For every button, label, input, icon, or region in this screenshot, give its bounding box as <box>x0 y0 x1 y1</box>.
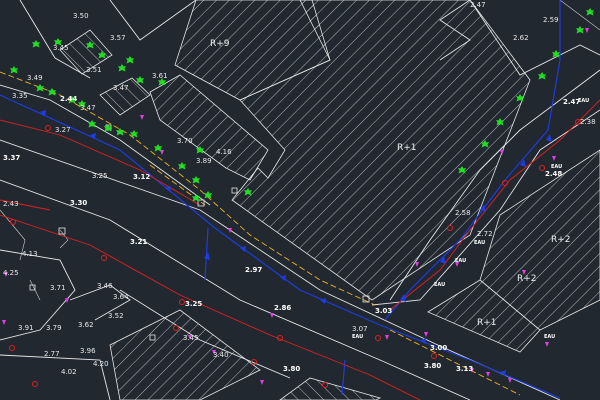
elevation-label: 4.25 <box>3 269 19 277</box>
tree-icon <box>192 194 200 202</box>
elevation-label: 2.47 <box>470 1 486 9</box>
elevation-label: 3.45 <box>53 44 69 52</box>
elevation-label: 2.62 <box>513 34 529 42</box>
tree-icon <box>126 56 134 64</box>
elevation-label: 2.47 <box>563 98 580 106</box>
elevation-label: 3.50 <box>73 12 89 20</box>
tree-icon <box>118 64 126 72</box>
building-south-strip <box>279 377 382 400</box>
elevation-label: 3.45 <box>183 334 199 342</box>
tree-icon <box>552 50 560 58</box>
elevation-label: 3.71 <box>50 284 66 292</box>
tree-icon <box>48 88 56 96</box>
elevation-label: 3.91 <box>18 324 34 332</box>
eau-label: EAU <box>434 282 445 288</box>
elevation-label: 3.00 <box>430 344 447 352</box>
elevation-label: 3.12 <box>133 173 150 181</box>
elevation-label: 3.70 <box>177 137 193 145</box>
elevation-label: 3.89 <box>196 157 212 165</box>
elevation-label: 3.52 <box>108 312 124 320</box>
tree-icon <box>178 162 186 170</box>
elevation-label: 3.80 <box>283 365 300 373</box>
elevation-label: 2.77 <box>44 350 60 358</box>
elevation-label: 3.13 <box>456 365 473 373</box>
elevation-label: 4.02 <box>61 368 77 376</box>
elevation-label: 2.72 <box>477 230 493 238</box>
tree-icon <box>88 120 96 128</box>
elevation-label: 3.47 <box>113 84 129 92</box>
elevation-label: 2.86 <box>274 304 291 312</box>
elevation-label: 3.57 <box>110 34 126 42</box>
elevation-label: 3.21 <box>130 238 147 246</box>
zone-label-r2-middle: R+2 <box>517 274 537 284</box>
tree-icon <box>576 26 584 34</box>
tree-icon <box>130 130 138 138</box>
tree-icon <box>116 128 124 136</box>
tree-icon <box>32 40 40 48</box>
elevation-label: 3.49 <box>27 74 43 82</box>
elevation-label: 3.25 <box>185 300 202 308</box>
elevation-label: 4.16 <box>216 148 232 156</box>
elevation-label: 3.62 <box>78 321 94 329</box>
elevation-label: 2.38 <box>580 118 596 126</box>
tree-icon <box>192 176 200 184</box>
tree-icon <box>586 8 594 16</box>
elevation-label: 3.40 <box>213 351 229 359</box>
elevation-label: 3.35 <box>12 92 28 100</box>
zone-label-r1-main: R+1 <box>397 143 417 153</box>
elevation-label: 3.80 <box>424 362 441 370</box>
elevation-label: 2.97 <box>245 266 262 274</box>
building-sw-block <box>109 309 261 400</box>
elevation-label: 2.44 <box>60 95 77 103</box>
zone-label-r9: R+9 <box>210 39 230 49</box>
tree-icon <box>36 84 44 92</box>
elevation-label: 2.43 <box>3 200 19 208</box>
elevation-label: 3.51 <box>86 66 102 74</box>
tree-icon <box>136 76 144 84</box>
tree-icon <box>10 66 18 74</box>
elevation-label: 3.30 <box>70 199 87 207</box>
tree-icon <box>538 72 546 80</box>
eau-label: EAU <box>455 258 466 264</box>
elevation-label: 4.13 <box>22 250 38 258</box>
elevation-label: 3.07 <box>352 325 368 333</box>
eau-label: EAU <box>474 240 485 246</box>
elevation-label: 2.58 <box>455 209 471 217</box>
elevation-label: 3.46 <box>97 282 113 290</box>
elevation-label: 3.61 <box>152 72 168 80</box>
zone-label-r2-east: R+2 <box>551 235 571 245</box>
elevation-label: 3.27 <box>55 126 71 134</box>
elevation-label: 3.25 <box>92 172 108 180</box>
zone-label-r1-southeast: R+1 <box>477 318 497 328</box>
cad-drawing: R+9 R+1 R+2 R+2 R+1 EAU EAU EAU EAU EAU … <box>0 0 600 400</box>
cad-map-viewport[interactable]: R+9 R+1 R+2 R+2 R+1 EAU EAU EAU EAU EAU … <box>0 0 600 400</box>
building-parcels <box>59 0 600 400</box>
elevation-label: 2.59 <box>543 16 559 24</box>
elevation-label: 3.03 <box>375 307 392 315</box>
elevation-label: 3.96 <box>80 347 96 355</box>
elevation-label: 2.48 <box>545 170 562 178</box>
eau-label: EAU <box>352 334 363 340</box>
elevation-label: 3.64 <box>113 293 129 301</box>
elevation-label: 3.79 <box>46 324 62 332</box>
elevation-label: 3.37 <box>3 154 20 162</box>
elevation-label: 3.47 <box>80 104 96 112</box>
eau-label: EAU <box>544 334 555 340</box>
elevation-label: 4.20 <box>93 360 109 368</box>
tree-icon <box>154 144 162 152</box>
